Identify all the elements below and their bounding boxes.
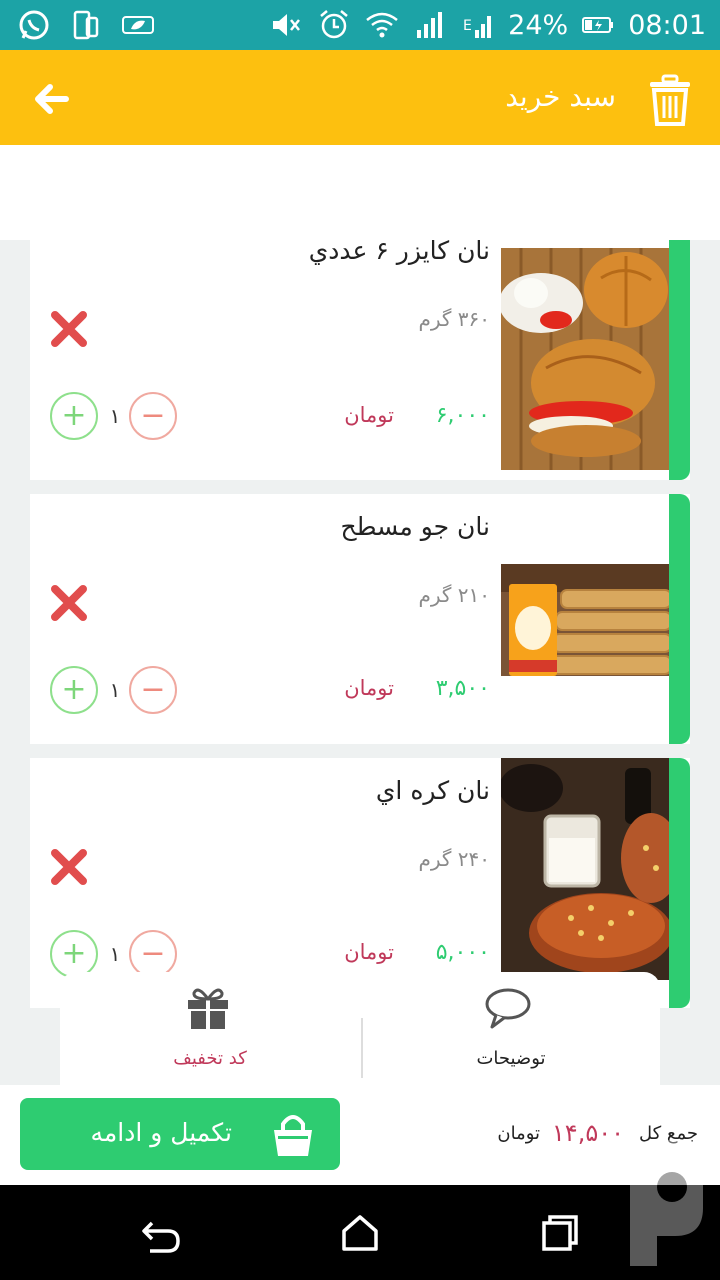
- decrease-quantity-button[interactable]: −: [129, 930, 177, 978]
- store-logo-watermark: [610, 1125, 720, 1280]
- signal-e-icon: E: [460, 8, 496, 42]
- cart-list[interactable]: نان کایزر ۶ عددي ۳۶۰ گرم ۶,۰۰۰ تومان − ۱…: [0, 240, 720, 1085]
- signal-icon: [412, 8, 448, 42]
- trash-icon[interactable]: [646, 74, 694, 126]
- alarm-icon: [316, 8, 352, 42]
- item-quantity: ۱: [109, 678, 121, 702]
- kaiser-rolls-image: [501, 248, 669, 470]
- recents-nav-icon[interactable]: [536, 1209, 584, 1257]
- item-name: نان کره اي: [375, 776, 490, 805]
- page-title: سبد خرید: [505, 80, 616, 113]
- close-icon[interactable]: [50, 584, 88, 622]
- barley-flatbread-image: [501, 564, 669, 676]
- item-currency: تومان: [344, 403, 394, 427]
- total-currency: تومان: [497, 1123, 540, 1144]
- item-weight: ۲۱۰ گرم: [418, 583, 490, 607]
- leaf-icon: [120, 8, 156, 42]
- discount-code-label: کد تخفیف: [173, 1048, 247, 1069]
- item-accent: [669, 758, 690, 1008]
- comment-icon: [484, 986, 532, 1030]
- increase-quantity-button[interactable]: +: [50, 930, 98, 978]
- wifi-icon: [364, 8, 400, 42]
- decrease-quantity-button[interactable]: −: [129, 392, 177, 440]
- whatsapp-icon: [16, 8, 52, 42]
- cart-item: نان کره اي ۲۴۰ گرم ۵,۰۰۰ تومان − ۱ +: [30, 758, 690, 1008]
- status-right-icons: E 24% 08:01: [268, 8, 706, 42]
- header-spacer: [0, 145, 720, 240]
- arrow-left-icon[interactable]: [26, 74, 76, 124]
- home-nav-icon[interactable]: [336, 1209, 384, 1257]
- item-currency: تومان: [344, 940, 394, 964]
- mute-icon: [268, 8, 304, 42]
- battery-icon: [580, 8, 616, 42]
- item-weight: ۳۶۰ گرم: [418, 307, 490, 331]
- close-icon[interactable]: [50, 310, 88, 348]
- item-price: ۶,۰۰۰: [435, 403, 490, 428]
- discount-code-button[interactable]: کد تخفیف: [60, 972, 360, 1085]
- increase-quantity-button[interactable]: +: [50, 666, 98, 714]
- item-price: ۳,۵۰۰: [435, 676, 490, 701]
- item-weight: ۲۴۰ گرم: [418, 847, 490, 871]
- item-quantity: ۱: [109, 942, 121, 966]
- status-bar: E 24% 08:01: [0, 0, 720, 50]
- item-currency: تومان: [344, 676, 394, 700]
- battery-percent: 24%: [508, 9, 569, 41]
- item-name: نان جو مسطح: [340, 512, 490, 541]
- increase-quantity-button[interactable]: +: [50, 392, 98, 440]
- item-quantity: ۱: [109, 404, 121, 428]
- item-price: ۵,۰۰۰: [435, 940, 490, 965]
- notes-button[interactable]: توضیحات: [362, 972, 660, 1085]
- decrease-quantity-button[interactable]: −: [129, 666, 177, 714]
- phone-sync-icon: [68, 8, 104, 42]
- item-accent: [669, 240, 690, 480]
- item-name: نان کایزر ۶ عددي: [308, 240, 490, 265]
- item-accent: [669, 494, 690, 744]
- close-icon[interactable]: [50, 848, 88, 886]
- checkout-button-label: تکمیل و ادامه: [90, 1118, 232, 1147]
- gift-icon: [184, 986, 232, 1030]
- app-bar: سبد خرید: [0, 50, 720, 145]
- options-panel: کد تخفیف توضیحات: [60, 972, 660, 1085]
- cart-item: نان کایزر ۶ عددي ۳۶۰ گرم ۶,۰۰۰ تومان − ۱…: [30, 240, 690, 480]
- back-nav-icon[interactable]: [136, 1209, 184, 1257]
- notes-label: توضیحات: [476, 1048, 546, 1069]
- butter-bread-image: [501, 758, 669, 980]
- cart-item: نان جو مسطح ۲۱۰ گرم ۳,۵۰۰ تومان − ۱ +: [30, 494, 690, 744]
- shopping-bag-icon: [268, 1110, 318, 1160]
- clock: 08:01: [628, 9, 706, 41]
- status-left-icons: [16, 8, 156, 42]
- checkout-button[interactable]: تکمیل و ادامه: [20, 1098, 340, 1170]
- svg-text:E: E: [463, 18, 472, 34]
